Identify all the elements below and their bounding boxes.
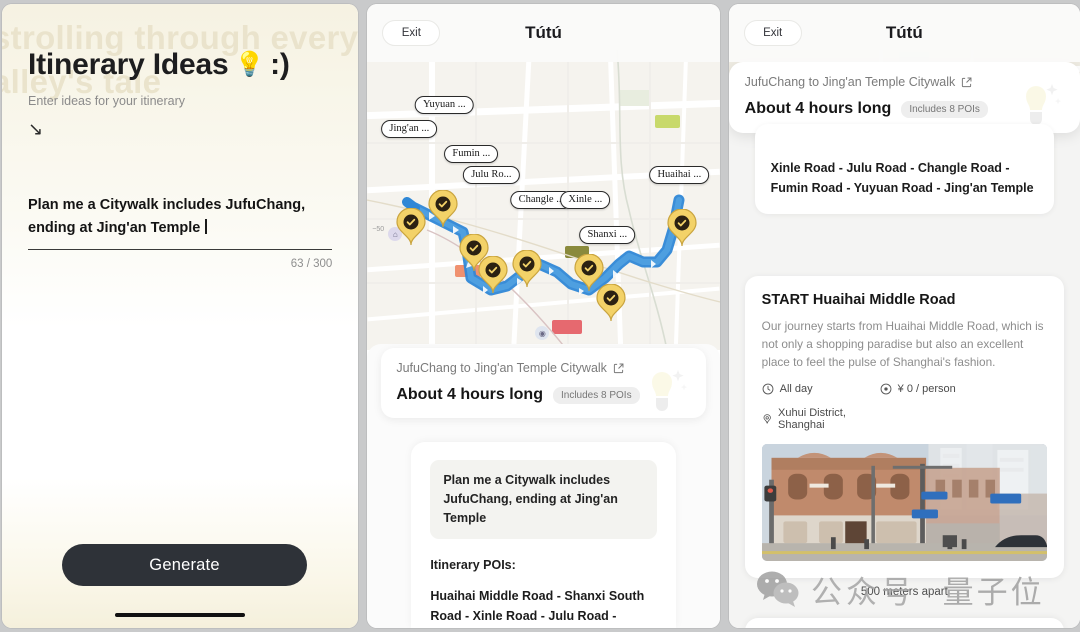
input-underline <box>28 249 333 250</box>
three-panel-screenshot: strolling through every alley's tale Iti… <box>0 0 1080 632</box>
map-scale-label: ~50 <box>372 226 385 233</box>
generate-button[interactable]: Generate <box>62 544 307 586</box>
page-title: Itinerary Ideas 💡 :) <box>28 48 332 82</box>
map-label-jingan[interactable]: Jing'an ... <box>381 120 438 138</box>
poi-count-badge: Includes 8 POIs <box>552 386 640 404</box>
share-external-icon[interactable] <box>961 77 972 88</box>
stop-card-shanxi[interactable]: Shanxi South Road Leaving Huaihai Middle… <box>744 618 1064 628</box>
smiley-text: :) <box>270 48 290 81</box>
panel2-bottom-sheet: JufuChang to Jing'an Temple Citywalk Abo… <box>367 344 720 628</box>
char-counter: 63 / 300 <box>290 258 333 270</box>
map-label-shanxi[interactable]: Shanxi ... <box>579 226 636 244</box>
map-label-yuyuan[interactable]: Yuyuan ... <box>415 96 474 114</box>
share-external-icon[interactable] <box>613 363 624 374</box>
coin-icon <box>880 383 892 395</box>
lightbulb-icon: 💡 <box>234 51 265 78</box>
itinerary-pois-heading: Itinerary POIs: <box>430 558 516 572</box>
route-summary-card[interactable]: JufuChang to Jing'an Temple Citywalk Abo… <box>381 348 706 418</box>
arrow-down-right-icon: ↘ <box>28 119 44 139</box>
panel3-header: Exit Tútú <box>728 4 1080 62</box>
exit-button[interactable]: Exit <box>382 20 441 46</box>
clock-icon <box>762 383 774 395</box>
map-pin-yuyuan[interactable] <box>428 190 458 228</box>
page-title-text: Itinerary Ideas <box>28 48 229 81</box>
home-indicator <box>115 613 246 617</box>
user-message-bubble: Plan me a Citywalk includes JufuChang, e… <box>430 460 657 539</box>
panel-itinerary-detail: Xinle Road - Julu Road - Changle Road - … <box>728 4 1080 628</box>
poi-count-badge: Includes 8 POIs <box>901 100 988 118</box>
stop-hours-text: All day <box>779 383 813 395</box>
map-pin-changle[interactable] <box>512 250 542 288</box>
lightbulb-watermark-icon <box>651 370 687 411</box>
map-pin-jingan[interactable] <box>396 208 426 246</box>
stop-title: START Huaihai Middle Road <box>761 292 956 308</box>
idea-input[interactable]: Plan me a Citywalk includes JufuChang, e… <box>28 194 332 240</box>
map-pin-icon <box>763 414 771 424</box>
panel1-content: Itinerary Ideas 💡 :) Enter ideas for you… <box>2 48 358 270</box>
route-summary-card[interactable]: JufuChang to Jing'an Temple Citywalk Abo… <box>728 62 1080 133</box>
map-pin-julu[interactable] <box>478 256 508 294</box>
stop-price-text: ¥ 0 / person <box>897 383 956 395</box>
idea-input-value: Plan me a Citywalk includes JufuChang, e… <box>28 197 310 236</box>
route-name: JufuChang to Jing'an Temple Citywalk <box>396 361 607 375</box>
map-label-huaihai[interactable]: Huaihai ... <box>649 166 710 184</box>
page-subtitle: Enter ideas for your itinerary <box>28 94 186 108</box>
map-pin-huaihai[interactable] <box>667 209 697 247</box>
route-roads-card: Xinle Road - Julu Road - Changle Road - … <box>754 124 1054 214</box>
map-canvas[interactable]: Jing'an ... Yuyuan ... Fumin ... Julu Ro… <box>367 50 720 350</box>
chat-detail-card: Plan me a Citywalk includes JufuChang, e… <box>411 442 676 628</box>
map-label-xinle[interactable]: Xinle ... <box>560 191 611 209</box>
stop-hours: All day <box>762 383 880 395</box>
route-name: JufuChang to Jing'an Temple Citywalk <box>744 75 956 89</box>
route-duration: About 4 hours long <box>744 100 892 117</box>
panel-map-route: Jing'an ... Yuyuan ... Fumin ... Julu Ro… <box>367 4 720 628</box>
route-roads-text: Xinle Road - Julu Road - Changle Road - … <box>770 161 1034 195</box>
stop-location: Xuhui District, Shanghai <box>762 407 880 431</box>
stop-meta-row-1: All day ¥ 0 / person <box>762 383 1047 395</box>
panel-itinerary-ideas: strolling through every alley's tale Iti… <box>2 4 359 628</box>
text-caret <box>205 219 208 234</box>
stop-price: ¥ 0 / person <box>880 383 956 395</box>
route-duration: About 4 hours long <box>396 386 543 403</box>
distance-between-stops: 500 meters apart <box>860 586 948 598</box>
exit-button[interactable]: Exit <box>743 20 802 46</box>
stop-location-text: Xuhui District, Shanghai <box>778 407 846 431</box>
stop-card-huaihai[interactable]: START Huaihai Middle Road Our journey st… <box>744 276 1064 578</box>
stop-photo[interactable] <box>761 444 1047 561</box>
map-label-fumin[interactable]: Fumin ... <box>444 145 499 163</box>
idea-input-wrapper[interactable]: Plan me a Citywalk includes JufuChang, e… <box>28 194 333 270</box>
stop-meta-row-2: Xuhui District, Shanghai <box>762 407 1047 431</box>
street-corner-brick-building-photo <box>761 444 1047 561</box>
stop-description: Our journey starts from Huaihai Middle R… <box>761 319 1044 369</box>
panel2-header: Exit Tútú <box>367 4 720 62</box>
map-pin-shanxi[interactable] <box>596 284 626 322</box>
itinerary-pois-list: Huaihai Middle Road - Shanxi South Road … <box>430 589 645 623</box>
map-label-julu[interactable]: Julu Ro... <box>463 166 520 184</box>
panel3-scroll-area[interactable]: Xinle Road - Julu Road - Changle Road - … <box>728 62 1080 628</box>
